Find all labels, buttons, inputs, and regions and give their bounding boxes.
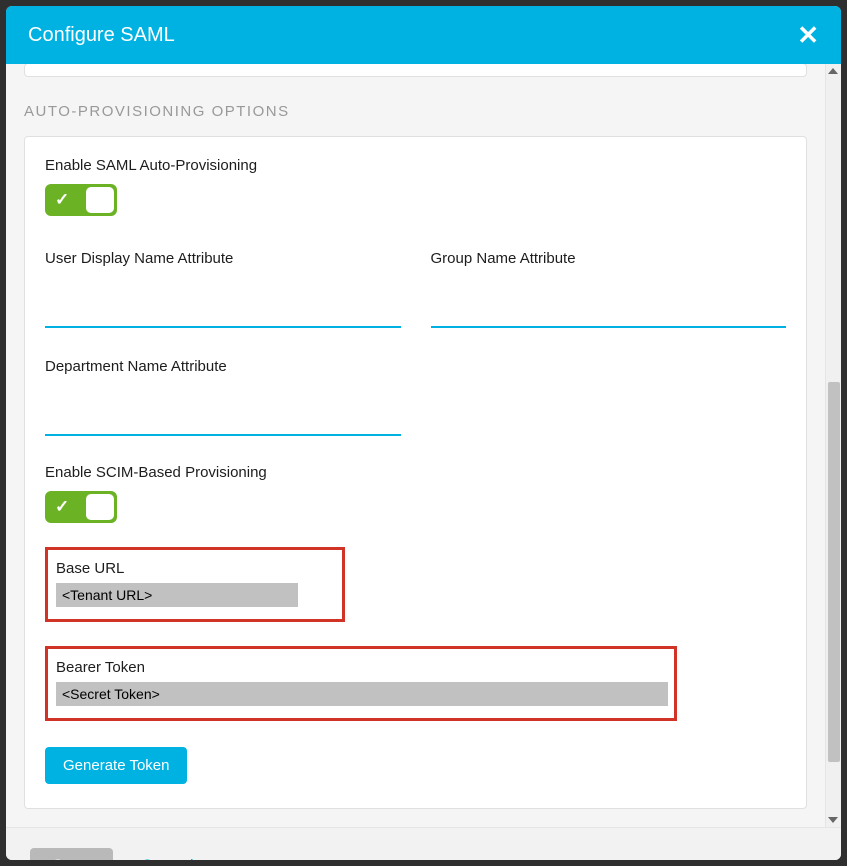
department-col: Department Name Attribute — [45, 358, 401, 436]
base-url-highlight: Base URL <Tenant URL> — [45, 547, 345, 622]
scroll-down-icon[interactable] — [828, 817, 838, 823]
modal-header: Configure SAML ✕ — [6, 6, 841, 64]
scroll-thumb[interactable] — [828, 382, 840, 762]
user-display-col: User Display Name Attribute — [45, 250, 401, 328]
check-icon: ✓ — [55, 497, 69, 517]
department-label: Department Name Attribute — [45, 358, 401, 375]
attribute-row: User Display Name Attribute Group Name A… — [45, 250, 786, 328]
department-input[interactable] — [45, 405, 401, 436]
user-display-label: User Display Name Attribute — [45, 250, 401, 267]
modal-footer: Save Cancel — [6, 827, 841, 860]
group-name-label: Group Name Attribute — [431, 250, 787, 267]
modal-title: Configure SAML — [28, 24, 175, 47]
department-row: Department Name Attribute — [45, 358, 786, 436]
enable-scim-label: Enable SCIM-Based Provisioning — [45, 464, 786, 481]
group-name-input[interactable] — [431, 297, 787, 328]
generate-token-button[interactable]: Generate Token — [45, 747, 187, 784]
configure-saml-modal: Configure SAML ✕ Auto-Provisioning Optio… — [6, 6, 841, 860]
section-title: Auto-Provisioning Options — [24, 103, 807, 120]
toggle-knob — [86, 494, 114, 520]
toggle-knob — [86, 187, 114, 213]
cancel-button[interactable]: Cancel — [141, 856, 194, 860]
save-button[interactable]: Save — [30, 848, 113, 860]
modal-body-wrap: Auto-Provisioning Options Enable SAML Au… — [6, 64, 841, 827]
scrollbar[interactable] — [825, 64, 841, 827]
enable-saml-toggle[interactable]: ✓ — [45, 184, 117, 216]
user-display-input[interactable] — [45, 297, 401, 328]
modal-body: Auto-Provisioning Options Enable SAML Au… — [6, 64, 825, 827]
check-icon: ✓ — [55, 190, 69, 210]
bearer-token-label: Bearer Token — [56, 659, 666, 676]
enable-scim-toggle[interactable]: ✓ — [45, 491, 117, 523]
base-url-label: Base URL — [56, 560, 334, 577]
bearer-token-highlight: Bearer Token <Secret Token> — [45, 646, 677, 721]
group-name-col: Group Name Attribute — [431, 250, 787, 328]
scroll-up-icon[interactable] — [828, 68, 838, 74]
bearer-token-field[interactable]: <Secret Token> — [56, 682, 668, 706]
auto-provisioning-panel: Enable SAML Auto-Provisioning ✓ User Dis… — [24, 136, 807, 809]
close-icon[interactable]: ✕ — [797, 22, 819, 48]
enable-saml-label: Enable SAML Auto-Provisioning — [45, 157, 786, 174]
previous-panel-edge — [24, 64, 807, 77]
base-url-field[interactable]: <Tenant URL> — [56, 583, 298, 607]
